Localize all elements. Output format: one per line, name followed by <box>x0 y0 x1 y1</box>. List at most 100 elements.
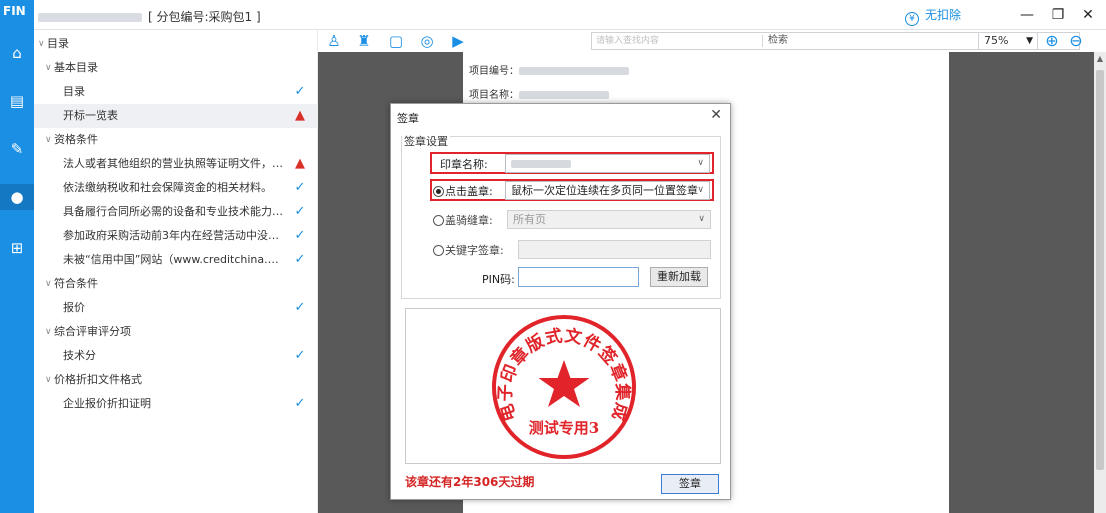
grid-icon[interactable]: ⊞ <box>0 235 34 261</box>
user-stamp-icon[interactable]: ● <box>0 184 34 210</box>
edit-icon[interactable]: ✎ <box>0 136 34 162</box>
scroll-thumb[interactable] <box>1096 70 1104 470</box>
chevron-down-icon[interactable]: ∨ <box>45 368 52 392</box>
search-button[interactable]: 检索 <box>768 33 788 49</box>
tree-item-label: 参加政府采购活动前3年内在经营活动中没有重... <box>63 229 284 242</box>
seal-name-label: 印章名称: <box>440 158 488 171</box>
stamp-person-icon: ▲ <box>295 108 305 123</box>
scroll-up-icon[interactable]: ▲ <box>1094 54 1106 63</box>
cross-page-radio[interactable] <box>433 215 444 226</box>
check-icon: ✓ <box>294 228 306 243</box>
document-icon[interactable]: ▤ <box>0 88 34 114</box>
click-seal-option[interactable]: 点击盖章: <box>433 183 493 199</box>
deduction-status[interactable]: ¥ 无扣除 <box>905 6 961 26</box>
yen-circle-icon: ¥ <box>905 12 919 26</box>
tree-item[interactable]: 开标一览表 ▲ <box>34 104 318 128</box>
tree-item[interactable]: 依法缴纳税收和社会保障资金的相关材料。 ✓ <box>34 176 318 200</box>
tree-item[interactable]: 报价 ✓ <box>34 296 318 320</box>
tree-item[interactable]: 未被“信用中国”网站（www.creditchina.gov.cn... ✓ <box>34 248 318 272</box>
cross-page-select[interactable]: 所有页 ∨ <box>507 210 711 229</box>
tree-item[interactable]: 目录 ✓ <box>34 80 318 104</box>
tree-item[interactable]: 企业报价折扣证明 ✓ <box>34 392 318 416</box>
chevron-down-icon: ∨ <box>697 185 704 195</box>
home-icon[interactable]: ⌂ <box>0 40 34 66</box>
tree-item-label: 报价 <box>63 301 85 314</box>
tree-item-label: 法人或者其他组织的营业执照等证明文件，自然... <box>63 157 284 170</box>
tree-item[interactable]: ∨ 基本目录 <box>34 56 318 80</box>
project-name-line: 项目名称： <box>469 86 609 101</box>
chevron-down-icon[interactable]: ∨ <box>38 32 45 56</box>
tree-item[interactable]: 法人或者其他组织的营业执照等证明文件，自然... ▲ <box>34 152 318 176</box>
search-separator <box>762 35 763 47</box>
tree-item[interactable]: ∨ 符合条件 <box>34 272 318 296</box>
sign-dialog: 签章 ✕ 签章设置 印章名称: ∨ 点击盖章: 鼠标一次定位连续在多页同一位置签… <box>390 103 731 500</box>
zoom-value: 75% <box>984 34 1009 47</box>
reload-button[interactable]: 重新加载 <box>650 267 708 287</box>
pin-input[interactable] <box>518 267 639 287</box>
seal-name-select[interactable]: ∨ <box>505 154 710 173</box>
seal-icon[interactable]: ♜ <box>354 31 374 51</box>
redacted-project-name-value <box>519 91 609 99</box>
tree-item-label: 资格条件 <box>54 133 98 146</box>
title-bar: FIN [ 分包编号:采购包1 ] ¥ 无扣除 — ❐ ✕ <box>0 0 1106 30</box>
sign-button[interactable]: 签章 <box>661 474 719 494</box>
check-icon: ✓ <box>294 300 306 315</box>
search-input[interactable] <box>592 33 762 49</box>
app-logo: FIN <box>0 0 34 30</box>
chevron-down-icon[interactable]: ∨ <box>45 320 52 344</box>
tree-item[interactable]: 参加政府采购活动前3年内在经营活动中没有重... ✓ <box>34 224 318 248</box>
tree-item[interactable]: ∨ 资格条件 <box>34 128 318 152</box>
tree-item[interactable]: ∨ 价格折扣文件格式 <box>34 368 318 392</box>
click-seal-value: 鼠标一次定位连续在多页同一位置签章 <box>511 184 698 197</box>
check-icon: ✓ <box>294 252 306 267</box>
tree-item[interactable]: 具备履行合同所必需的设备和专业技术能力的书... ✓ <box>34 200 318 224</box>
chevron-down-icon[interactable]: ∨ <box>45 272 52 296</box>
click-seal-select[interactable]: 鼠标一次定位连续在多页同一位置签章 ∨ <box>505 181 710 200</box>
close-window-button[interactable]: ✕ <box>1077 4 1099 26</box>
zoom-out-icon[interactable]: ⊖ <box>1066 30 1086 52</box>
zoom-select[interactable]: 75% ▼ <box>978 32 1038 50</box>
redacted-project-number <box>519 67 629 75</box>
vertical-scrollbar[interactable]: ▲ <box>1094 52 1106 513</box>
window-title-text: [ 分包编号:采购包1 ] <box>148 10 261 24</box>
tree-item-label: 基本目录 <box>54 61 98 74</box>
signature-icon[interactable]: ♙ <box>324 31 344 51</box>
close-icon[interactable]: ✕ <box>710 107 722 123</box>
project-number-label: 项目编号： <box>469 66 519 77</box>
chevron-down-icon: ▼ <box>1026 36 1033 46</box>
app-window: FIN [ 分包编号:采购包1 ] ¥ 无扣除 — ❐ ✕ ⌂ ▤ ✎ ● ⊞ ∨… <box>0 0 1106 513</box>
play-icon[interactable]: ▶ <box>448 31 468 51</box>
left-rail: ⌂ ▤ ✎ ● ⊞ <box>0 30 34 513</box>
tree-item-label: 综合评审评分项 <box>54 325 131 338</box>
chevron-down-icon: ∨ <box>698 214 705 224</box>
check-icon: ✓ <box>294 348 306 363</box>
keyword-option[interactable]: 关键字签章: <box>433 242 504 258</box>
tree-item[interactable]: ∨ 综合评审评分项 <box>34 320 318 344</box>
cross-page-option[interactable]: 盖骑缝章: <box>433 212 493 228</box>
zoom-in-icon[interactable]: ⊕ <box>1042 30 1062 52</box>
keyword-radio[interactable] <box>433 245 444 256</box>
window-title: [ 分包编号:采购包1 ] <box>38 8 261 25</box>
chevron-down-icon[interactable]: ∨ <box>45 128 52 152</box>
chevron-down-icon[interactable]: ∨ <box>45 56 52 80</box>
keyword-input[interactable] <box>518 240 711 259</box>
check-icon: ✓ <box>294 84 306 99</box>
tree-item-label: 目录 <box>47 37 69 50</box>
catalog-tree: ∨ 目录 ∨ 基本目录 目录 ✓ 开标一览表 ▲ ∨ 资格条件 法人或者其他组织的营业执照等证明文件… <box>34 30 318 513</box>
click-seal-radio[interactable] <box>433 186 444 197</box>
minimize-button[interactable]: — <box>1016 4 1038 26</box>
chevron-down-icon: ∨ <box>697 158 704 168</box>
tree-item-label: 具备履行合同所必需的设备和专业技术能力的书... <box>63 205 284 218</box>
seal-settings-group: 签章设置 印章名称: ∨ 点击盖章: 鼠标一次定位连续在多页同一位置签章 ∨ 盖… <box>401 133 721 299</box>
check-icon: ✓ <box>294 396 306 411</box>
project-name-label: 项目名称： <box>469 90 519 101</box>
restore-button[interactable]: ❐ <box>1047 4 1069 26</box>
project-number-line: 项目编号： <box>469 62 629 77</box>
print-stamp-icon[interactable]: ◎ <box>417 31 437 51</box>
tree-item[interactable]: ∨ 目录 <box>34 32 318 56</box>
check-icon: ✓ <box>294 180 306 195</box>
tree-item-label: 企业报价折扣证明 <box>63 397 151 410</box>
tree-item-label: 技术分 <box>63 349 96 362</box>
tree-item[interactable]: 技术分 ✓ <box>34 344 318 368</box>
save-icon[interactable]: ▢ <box>386 31 406 51</box>
